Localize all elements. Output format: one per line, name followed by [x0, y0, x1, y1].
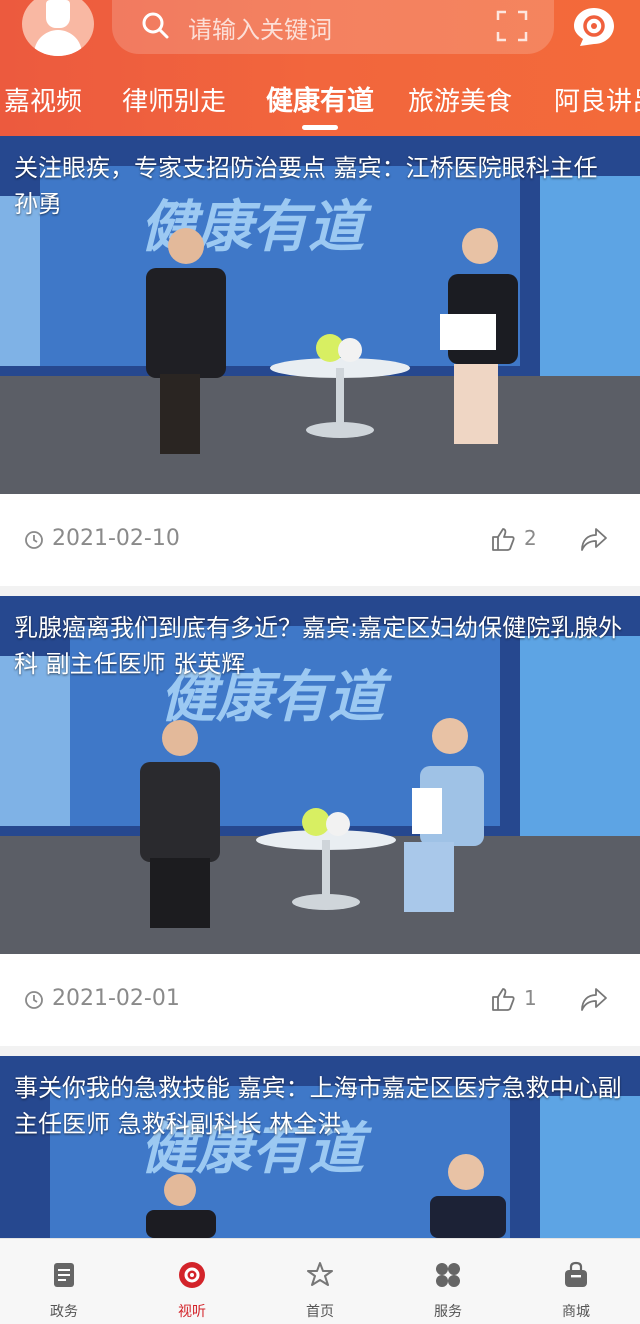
category-tabs: 嘉视频 律师别走 健康有道 旅游美食 阿良讲吕: [0, 82, 640, 130]
tab-health[interactable]: 健康有道: [266, 82, 374, 130]
video-meta: 2021-02-01 1: [0, 954, 640, 1046]
grid-icon: [436, 1263, 460, 1287]
clock-icon: [25, 991, 43, 1009]
play-circle-icon: [179, 1262, 205, 1288]
app-screen: 请输入关键词 嘉视频 律师别走 健康有道 旅游美食 阿良讲吕: [0, 0, 640, 1324]
search-icon: [142, 12, 169, 39]
avatar[interactable]: [22, 0, 94, 56]
thumbs-up-icon[interactable]: [490, 986, 516, 1012]
video-thumbnail[interactable]: 健康有道 乳腺癌离我们到底有多近？嘉宾:嘉定区妇幼保健院乳腺外科 副主任医师 张: [0, 596, 640, 954]
nav-mall[interactable]: 商城: [512, 1239, 640, 1324]
video-meta: 2021-02-10 2: [0, 494, 640, 586]
bag-icon: [565, 1261, 587, 1287]
nav-service[interactable]: 服务: [384, 1239, 512, 1324]
video-title[interactable]: 事关你我的急救技能 嘉宾：上海市嘉定区医疗急救中心副主任医师 急救科副科长 林全…: [14, 1070, 626, 1142]
home-star-icon: [307, 1262, 333, 1286]
share-icon[interactable]: [578, 526, 608, 552]
video-thumbnail[interactable]: 健康有道 关注眼疾，专家支招防治要点 嘉宾：江桥医院眼科主任 孙勇: [0, 136, 640, 494]
document-icon: [54, 1263, 74, 1287]
nav-government[interactable]: 政务: [0, 1239, 128, 1324]
scan-icon[interactable]: [496, 10, 528, 42]
nav-label: 首页: [306, 1304, 334, 1320]
search-input[interactable]: 请输入关键词: [188, 10, 332, 45]
search-bar[interactable]: 请输入关键词: [112, 0, 554, 54]
video-card[interactable]: 健康有道 乳腺癌离我们到底有多近？嘉宾:嘉定区妇幼保健院乳腺外科 副主任医师 张: [0, 596, 640, 1046]
tab-aliang[interactable]: 阿良讲吕: [554, 82, 640, 130]
nav-av[interactable]: 视听: [128, 1239, 256, 1324]
video-card[interactable]: 健康有道 关注眼疾，专家支招防治要点 嘉宾：江桥医院眼科主任 孙勇 2021-0…: [0, 136, 640, 586]
thumbs-up-icon[interactable]: [490, 526, 516, 552]
top-header: 请输入关键词 嘉视频 律师别走 健康有道 旅游美食 阿良讲吕: [0, 0, 640, 136]
video-title[interactable]: 乳腺癌离我们到底有多近？嘉宾:嘉定区妇幼保健院乳腺外科 副主任医师 张英辉: [14, 610, 626, 682]
video-title[interactable]: 关注眼疾，专家支招防治要点 嘉宾：江桥医院眼科主任 孙勇: [14, 150, 626, 222]
tab-travel-food[interactable]: 旅游美食: [408, 82, 512, 130]
video-card[interactable]: 健康有道 事关你我的急救技能 嘉宾：上海市嘉定区医疗急救中心副主任医师 急救科副…: [0, 1056, 640, 1238]
publish-date: 2021-02-10: [52, 526, 180, 551]
tab-lawyer[interactable]: 律师别走: [122, 82, 226, 130]
clock-icon: [25, 531, 43, 549]
like-count: 2: [524, 526, 537, 550]
active-tab-indicator: [302, 125, 338, 130]
nav-label: 商城: [562, 1304, 590, 1320]
publish-date: 2021-02-01: [52, 986, 180, 1011]
tab-jia-video[interactable]: 嘉视频: [4, 82, 82, 130]
nav-label: 视听: [178, 1304, 206, 1320]
nav-label: 政务: [50, 1304, 78, 1320]
like-count: 1: [524, 986, 537, 1010]
nav-home[interactable]: 首页: [256, 1239, 384, 1324]
video-thumbnail[interactable]: 健康有道 事关你我的急救技能 嘉宾：上海市嘉定区医疗急救中心副主任医师 急救科副…: [0, 1056, 640, 1238]
nav-label: 服务: [434, 1304, 462, 1320]
message-icon[interactable]: [572, 6, 616, 48]
bottom-navigation: 政务 视听 首页 服务 商城: [0, 1238, 640, 1324]
share-icon[interactable]: [578, 986, 608, 1012]
